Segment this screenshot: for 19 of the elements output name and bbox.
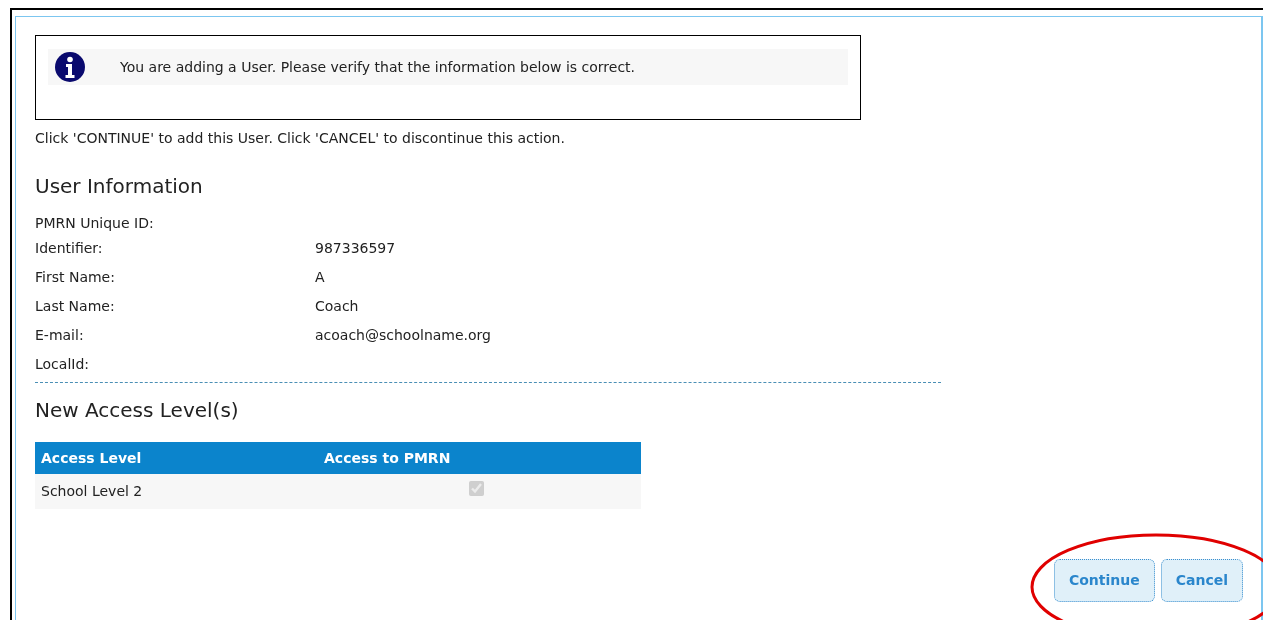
section-heading: New Access Level(s) bbox=[35, 397, 240, 424]
field-value: A bbox=[315, 268, 325, 287]
cancel-button[interactable]: Cancel bbox=[1160, 559, 1243, 602]
column-header: Access Level bbox=[35, 442, 318, 474]
column-header: Access to PMRN bbox=[318, 442, 641, 474]
field-label: E-mail: bbox=[35, 326, 85, 345]
notice-message: You are adding a User. Please verify that the information below is correct. bbox=[120, 57, 636, 77]
field-label: LocalId: bbox=[35, 355, 91, 374]
field-label: Identifier: bbox=[35, 239, 104, 258]
table-cell: School Level 2 bbox=[35, 474, 318, 509]
field-value: acoach@schoolname.org bbox=[315, 326, 491, 345]
field-label: PMRN Unique ID: bbox=[35, 214, 155, 233]
field-label: Last Name: bbox=[35, 297, 116, 316]
section-heading: User Information bbox=[35, 173, 204, 200]
continue-button[interactable]: Continue bbox=[1053, 559, 1155, 602]
instruction-text: Click 'CONTINUE' to add this User. Click 'CANCEL' to discontinue this action. bbox=[35, 129, 566, 148]
field-value: Coach bbox=[315, 297, 359, 316]
field-value: 987336597 bbox=[315, 239, 396, 258]
field-label: First Name: bbox=[35, 268, 116, 287]
